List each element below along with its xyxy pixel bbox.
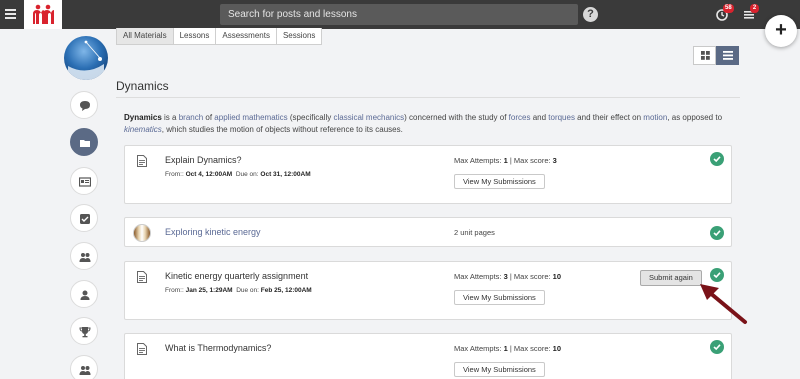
help-icon[interactable]: ? [583, 7, 598, 22]
group-icon[interactable] [70, 355, 98, 379]
view-submissions-button[interactable]: View My Submissions [454, 290, 545, 305]
menu-icon[interactable] [5, 9, 16, 19]
search-input[interactable]: Search for posts and lessons [220, 4, 578, 25]
assessment-title[interactable]: Explain Dynamics? [165, 155, 242, 165]
description-term: Dynamics [124, 113, 162, 122]
assessment-card: Explain Dynamics? From:: Oct 4, 12:00AM … [124, 145, 732, 204]
notifications-icon[interactable]: 58 [716, 4, 734, 21]
document-icon [137, 343, 147, 355]
assessment-card: What is Thermodynamics? Max Attempts: 1 … [124, 333, 732, 379]
folder-description: Dynamics is a branch of applied mathemat… [124, 113, 723, 134]
assessment-meta: Max Attempts: 1 | Max score: 10 [454, 344, 562, 353]
material-tabs: All Materials Lessons Assessments Sessio… [116, 28, 323, 45]
link-branch[interactable]: branch [179, 113, 203, 122]
list-view-button[interactable] [716, 46, 739, 65]
divider [116, 97, 740, 98]
assessment-title[interactable]: Kinetic energy quarterly assignment [165, 271, 308, 281]
user-icon[interactable] [70, 280, 98, 308]
grid-view-button[interactable] [693, 46, 716, 65]
document-icon [137, 155, 147, 167]
view-submissions-button[interactable]: View My Submissions [454, 174, 545, 189]
tab-assessments[interactable]: Assessments [215, 28, 277, 45]
discussions-icon[interactable] [70, 91, 98, 119]
notification-badge: 58 [723, 4, 734, 13]
page-title: Dynamics [116, 79, 169, 93]
trophy-icon[interactable] [70, 317, 98, 345]
assessment-dates: From:: Jan 25, 1:29AM Due on: Feb 25, 12… [165, 287, 312, 294]
tab-lessons[interactable]: Lessons [172, 28, 217, 45]
link-forces[interactable]: forces [509, 113, 531, 122]
document-icon [137, 271, 147, 283]
assessment-title[interactable]: What is Thermodynamics? [165, 343, 271, 353]
lesson-thumbnail [133, 224, 151, 242]
link-torques[interactable]: torques [548, 113, 575, 122]
lesson-card: Exploring kinetic energy 2 unit pages [124, 217, 732, 247]
link-motion[interactable]: motion [643, 113, 667, 122]
materials-folder-icon[interactable] [70, 128, 98, 156]
submit-again-button[interactable]: Submit again [640, 270, 702, 286]
annotation-arrow-icon [700, 284, 747, 324]
lesson-title[interactable]: Exploring kinetic energy [165, 227, 261, 237]
app-logo[interactable] [24, 0, 62, 29]
users-icon[interactable] [70, 242, 98, 270]
assessment-meta: Max Attempts: 1 | Max score: 3 [454, 156, 557, 165]
completed-check-icon [710, 152, 724, 166]
tab-sessions[interactable]: Sessions [275, 28, 323, 45]
assessment-card: Kinetic energy quarterly assignment From… [124, 261, 732, 320]
lesson-unit-pages: 2 unit pages [454, 228, 495, 237]
tab-all-materials[interactable]: All Materials [116, 28, 174, 45]
checkbox-icon[interactable] [70, 204, 98, 232]
link-classical-mechanics[interactable]: classical mechanics [333, 113, 404, 122]
add-button[interactable]: + [765, 15, 797, 47]
assessment-dates: From:: Oct 4, 12:00AM Due on: Oct 31, 12… [165, 171, 311, 178]
completed-check-icon [710, 226, 724, 240]
link-kinematics[interactable]: kinematics [124, 125, 162, 134]
id-card-icon[interactable] [70, 167, 98, 195]
assessment-meta: Max Attempts: 3 | Max score: 10 [454, 272, 562, 281]
messages-icon[interactable]: 2 [743, 4, 759, 21]
view-submissions-button[interactable]: View My Submissions [454, 362, 545, 377]
message-badge: 2 [750, 4, 759, 13]
top-bar: Search for posts and lessons ? 58 2 [0, 0, 800, 29]
course-avatar[interactable] [64, 36, 108, 80]
view-toggle [693, 46, 739, 65]
completed-check-icon [710, 340, 724, 354]
link-applied-mathematics[interactable]: applied mathematics [214, 113, 287, 122]
